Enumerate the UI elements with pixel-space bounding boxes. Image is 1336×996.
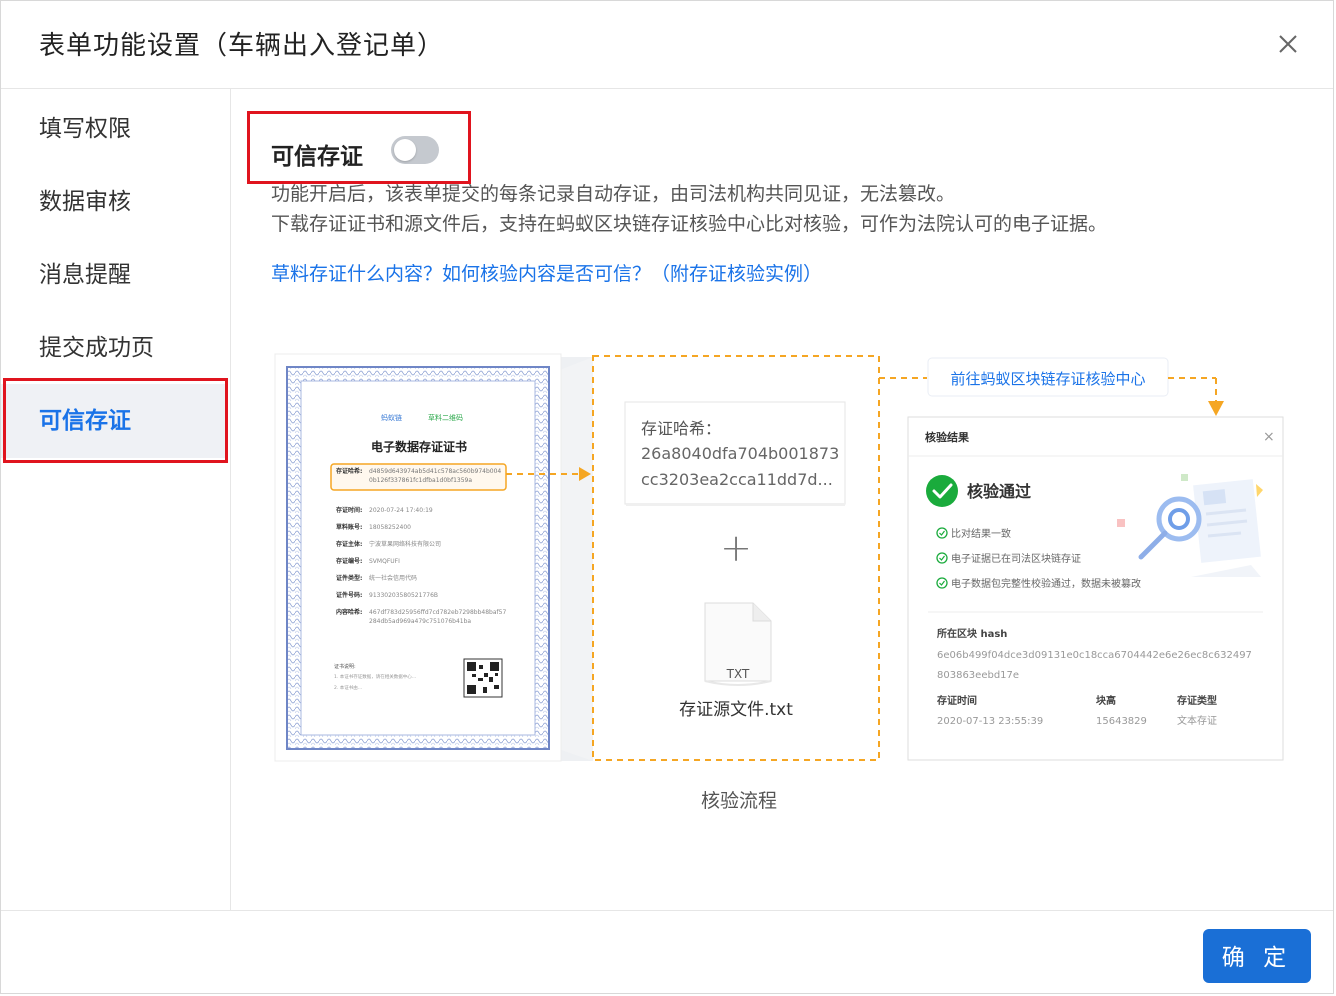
hash-box-label: 存证哈希： bbox=[641, 419, 721, 438]
sidebar-item-fill-permission[interactable]: 填写权限 bbox=[1, 92, 227, 166]
cert-notes-line: 2. 本证书由… bbox=[334, 684, 362, 691]
settings-dialog: 表单功能设置（车辆出入登记单） 填写权限 数据审核 消息提醒 提交成功页 可信存… bbox=[0, 0, 1334, 994]
verify-center-link[interactable]: 前往蚂蚁区块链存证核验中心 bbox=[950, 370, 1145, 388]
settings-sidebar: 填写权限 数据审核 消息提醒 提交成功页 可信存证 bbox=[1, 89, 231, 910]
flow-caption: 核验流程 bbox=[701, 790, 778, 812]
qr-code bbox=[463, 658, 503, 698]
result-passed: 核验通过 bbox=[967, 482, 1031, 501]
source-file-name: 存证源文件.txt bbox=[679, 700, 793, 720]
cert-row-value: 91330203580521776B bbox=[369, 592, 438, 599]
cert-row-label: 证件号码: bbox=[336, 591, 362, 599]
sidebar-item-success-page[interactable]: 提交成功页 bbox=[1, 311, 227, 385]
cert-row-value: 统一社会信用代码 bbox=[369, 574, 417, 582]
dialog-footer: 确 定 bbox=[1, 910, 1333, 995]
close-icon[interactable] bbox=[1271, 27, 1305, 61]
dialog-title: 表单功能设置（车辆出入登记单） bbox=[39, 31, 445, 61]
cert-row-label: 存证编号: bbox=[336, 557, 362, 565]
cert-row-label: 存证主体: bbox=[336, 540, 362, 548]
sidebar-item-label: 提交成功页 bbox=[39, 335, 154, 361]
file-ext-label: TXT bbox=[726, 667, 750, 681]
cert-row-value: SVMQFUFI bbox=[369, 558, 400, 565]
sidebar-item-label: 数据审核 bbox=[39, 189, 131, 215]
evidence-time-value: 2020-07-13 23:55:39 bbox=[937, 716, 1043, 727]
cert-row-value: 284db5ad969a479c751076b41ba bbox=[369, 618, 471, 625]
cert-row-value: 宁波草果网络科技有限公司 bbox=[369, 540, 441, 548]
result-check-item: 电子证据已在司法区块链存证 bbox=[951, 552, 1081, 565]
sidebar-item-data-review[interactable]: 数据审核 bbox=[1, 165, 227, 239]
dialog-header: 表单功能设置（车辆出入登记单） bbox=[1, 1, 1333, 89]
cert-row-value: 18058252400 bbox=[369, 524, 411, 531]
cert-notes-title: 证书说明: bbox=[334, 663, 356, 670]
block-height-label: 块高 bbox=[1096, 694, 1116, 707]
evidence-time-label: 存证时间 bbox=[937, 694, 977, 707]
cert-hash-value-1: d4859d643974ab5d41c578ac560b974b004 bbox=[369, 468, 501, 475]
cert-row-label: 草料账号: bbox=[336, 523, 362, 531]
verification-flow-illustration: 蚂蚁链 草料二维码 电子数据存证证书 存证哈希: d4859d643974ab5… bbox=[274, 353, 1284, 762]
hash-box-line-1: 26a8040dfa704b001873 bbox=[641, 444, 839, 463]
cert-row-value: 467df783d25956ffd7cd782eb7298bb48baf57 bbox=[369, 609, 506, 616]
cert-notes-line: 1. 本证书存证数据，请在相关数据中心… bbox=[334, 673, 416, 680]
confirm-button[interactable]: 确 定 bbox=[1203, 929, 1311, 983]
sidebar-item-label: 填写权限 bbox=[39, 116, 131, 142]
cert-title: 电子数据存证证书 bbox=[371, 439, 467, 454]
block-height-value: 15643829 bbox=[1096, 716, 1147, 727]
sidebar-item-notifications[interactable]: 消息提醒 bbox=[1, 238, 227, 312]
check-circle-icon bbox=[926, 475, 958, 507]
block-hash-line-2: 803863eebd17e bbox=[937, 670, 1019, 681]
cert-row-value: 2020-07-24 17:40:19 bbox=[369, 507, 433, 514]
cert-hash-label: 存证哈希: bbox=[336, 467, 362, 475]
txt-file-icon: TXT bbox=[704, 602, 772, 686]
certificate-card: 蚂蚁链 草料二维码 电子数据存证证书 存证哈希: d4859d643974ab5… bbox=[274, 353, 562, 762]
cert-row-label: 存证时间: bbox=[336, 506, 362, 514]
flow-arrow-head bbox=[1208, 401, 1224, 416]
cert-hash-value-2: 0b126f337861fc1dfba1d0bf1359a bbox=[369, 477, 472, 484]
cert-row-label: 内容哈希: bbox=[336, 608, 362, 616]
block-hash-label: 所在区块 hash bbox=[937, 627, 1007, 640]
result-check-item: 比对结果一致 bbox=[951, 527, 1011, 540]
plus-icon: + bbox=[720, 526, 752, 570]
cert-row-label: 证件类型: bbox=[336, 574, 362, 582]
sidebar-item-label: 消息提醒 bbox=[39, 262, 131, 288]
highlight-box-sidebar bbox=[3, 378, 228, 463]
result-close-icon: × bbox=[1263, 429, 1275, 445]
evidence-type-label: 存证类型 bbox=[1177, 694, 1217, 707]
verification-result-panel: 核验结果 × 核验通过 比对结果一致 电子证据已在司法区块链存证 电子数据包完整… bbox=[907, 416, 1284, 761]
cert-brand-left: 蚂蚁链 bbox=[381, 413, 402, 422]
hash-box: 存证哈希： 26a8040dfa704b001873 cc3203ea2cca1… bbox=[624, 401, 846, 506]
main-content: 可信存证 功能开启后，该表单提交的每条记录自动存证，由司法机构共同见证，无法篡改… bbox=[231, 89, 1335, 910]
evidence-type-value: 文本存证 bbox=[1177, 714, 1217, 727]
block-hash-line-1: 6e06b499f04dce3d09131e0c18cca6704442e6e2… bbox=[937, 650, 1252, 661]
hash-box-line-2: cc3203ea2cca11dd7d... bbox=[641, 470, 833, 489]
cert-brand-right: 草料二维码 bbox=[428, 413, 463, 422]
result-check-item: 电子数据包完整性校验通过，数据未被篡改 bbox=[951, 577, 1141, 590]
result-title: 核验结果 bbox=[925, 430, 969, 444]
